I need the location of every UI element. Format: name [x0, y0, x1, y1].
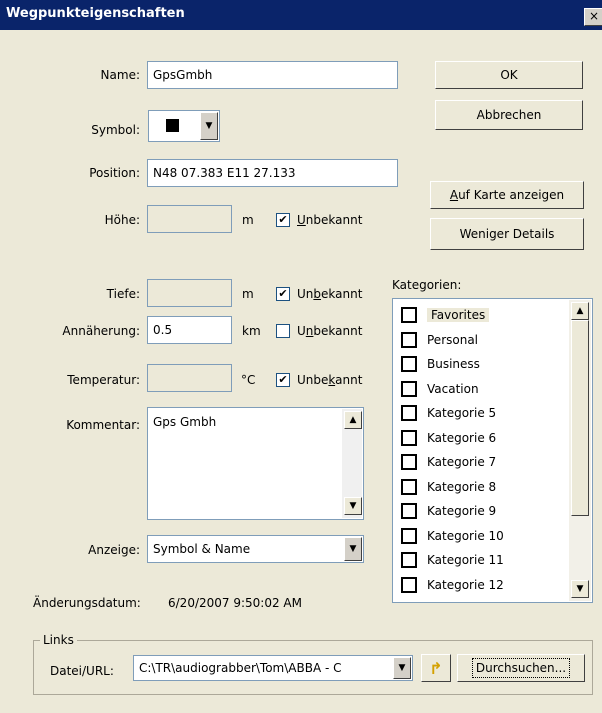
ok-button[interactable]: OK — [435, 61, 583, 89]
anzeige-value: Symbol & Name — [153, 542, 251, 556]
aenderungsdatum-label: Änderungsdatum: — [33, 596, 141, 610]
window-title: Wegpunkteigenschaften — [6, 6, 185, 21]
hoehe-field[interactable] — [147, 205, 232, 233]
list-checkbox[interactable] — [401, 430, 417, 446]
datei-url-value: C:\TR\audiograbber\Tom\ABBA - C — [139, 661, 342, 675]
scroll-down-icon[interactable]: ▼ — [571, 580, 589, 598]
links-group-label: Links — [40, 633, 77, 647]
kategorien-listbox[interactable]: Favorites Personal Business Vacation Kat… — [392, 298, 593, 603]
tiefe-unbekannt-checkbox[interactable]: ✔ — [276, 287, 290, 301]
list-checkbox[interactable] — [401, 552, 417, 568]
kategorien-label: Kategorien: — [392, 278, 462, 292]
list-item[interactable]: Kategorie 10 — [401, 524, 504, 548]
annaeherung-unbekannt-checkbox[interactable] — [276, 324, 290, 338]
close-button[interactable]: × — [584, 8, 602, 26]
list-checkbox[interactable] — [401, 356, 417, 372]
chevron-down-icon[interactable]: ▼ — [200, 112, 218, 140]
tiefe-unbekannt-label: Unbekannt — [297, 287, 363, 301]
list-item[interactable]: Personal — [401, 328, 478, 352]
list-item[interactable]: Kategorie 5 — [401, 401, 496, 425]
list-item[interactable]: Kategorie 6 — [401, 426, 496, 450]
scroll-up-icon[interactable]: ▲ — [344, 411, 362, 429]
abbrechen-button[interactable]: Abbrechen — [435, 100, 583, 130]
annaeherung-field[interactable]: 0.5 — [147, 316, 232, 344]
list-checkbox[interactable] — [401, 577, 417, 593]
aenderungsdatum-value: 6/20/2007 9:50:02 AM — [168, 596, 302, 610]
list-item[interactable]: Kategorie 8 — [401, 475, 496, 499]
symbol-label: Symbol: — [91, 123, 140, 137]
datei-url-label: Datei/URL: — [50, 664, 114, 678]
temperatur-label: Temperatur: — [67, 373, 140, 387]
name-field[interactable]: GpsGmbh — [147, 61, 398, 89]
symbol-dropdown[interactable]: ▼ — [148, 110, 220, 142]
list-item[interactable]: Kategorie 11 — [401, 548, 504, 572]
chevron-down-icon[interactable]: ▼ — [344, 537, 362, 561]
scroll-down-icon[interactable]: ▼ — [344, 497, 362, 515]
black-square-icon — [166, 119, 179, 132]
list-checkbox[interactable] — [401, 381, 417, 397]
position-label: Position: — [89, 166, 140, 180]
anzeige-label: Anzeige: — [88, 543, 140, 557]
temperatur-unbekannt-checkbox[interactable]: ✔ — [276, 373, 290, 387]
waypoint-properties-dialog: Wegpunkteigenschaften × Name: GpsGmbh Sy… — [0, 0, 602, 713]
kommentar-textarea[interactable]: Gps Gmbh ▲ ▼ — [147, 407, 364, 520]
temperatur-field[interactable] — [147, 364, 232, 392]
position-field[interactable]: N48 07.383 E11 27.133 — [147, 159, 398, 187]
annaeherung-unit: km — [242, 324, 261, 338]
list-checkbox[interactable] — [401, 479, 417, 495]
list-checkbox[interactable] — [401, 405, 417, 421]
hoehe-label: Höhe: — [104, 213, 140, 227]
browse-button[interactable]: Durchsuchen... — [457, 654, 585, 682]
annaeherung-label: Annäherung: — [62, 324, 140, 338]
title-bar: Wegpunkteigenschaften — [0, 0, 602, 30]
browse-button-label: Durchsuchen... — [471, 658, 571, 678]
tiefe-label: Tiefe: — [106, 287, 140, 301]
list-checkbox[interactable] — [401, 503, 417, 519]
list-item[interactable]: Vacation — [401, 377, 479, 401]
anzeige-dropdown[interactable]: Symbol & Name ▼ — [147, 535, 364, 563]
list-item[interactable]: Kategorie 7 — [401, 450, 496, 474]
list-checkbox[interactable] — [401, 454, 417, 470]
list-checkbox[interactable] — [401, 332, 417, 348]
fewer-details-button[interactable]: Weniger Details — [430, 218, 584, 250]
hoehe-unit: m — [242, 213, 254, 227]
chevron-down-icon[interactable]: ▼ — [393, 657, 411, 679]
open-arrow-icon: ↱ — [429, 658, 443, 678]
kommentar-text: Gps Gmbh — [153, 415, 217, 429]
temperatur-unbekannt-label: Unbekannt — [297, 373, 363, 387]
hoehe-unbekannt-checkbox[interactable]: ✔ — [276, 213, 290, 227]
list-checkbox[interactable] — [401, 307, 417, 323]
kommentar-scrollbar[interactable]: ▲ ▼ — [342, 409, 362, 518]
show-on-map-button[interactable]: Auf Karte anzeigen — [430, 181, 584, 209]
datei-url-dropdown[interactable]: C:\TR\audiograbber\Tom\ABBA - C ▼ — [133, 655, 413, 681]
list-item[interactable]: Kategorie 12 — [401, 573, 504, 597]
annaeherung-unbekannt-label: Unbekannt — [297, 324, 363, 338]
scrollbar-thumb[interactable] — [571, 320, 589, 516]
list-item[interactable]: Kategorie 9 — [401, 499, 496, 523]
list-checkbox[interactable] — [401, 528, 417, 544]
kategorien-scrollbar[interactable]: ▲ ▼ — [569, 300, 591, 601]
kommentar-label: Kommentar: — [66, 418, 140, 432]
tiefe-unit: m — [242, 287, 254, 301]
scroll-up-icon[interactable]: ▲ — [571, 302, 589, 320]
tiefe-field[interactable] — [147, 279, 232, 307]
open-link-button[interactable]: ↱ — [421, 654, 451, 682]
name-label: Name: — [100, 68, 140, 82]
list-item[interactable]: Favorites — [401, 303, 490, 327]
hoehe-unbekannt-label: Unbekannt — [297, 213, 363, 227]
list-item[interactable]: Business — [401, 352, 480, 376]
temperatur-unit: °C — [241, 373, 256, 387]
